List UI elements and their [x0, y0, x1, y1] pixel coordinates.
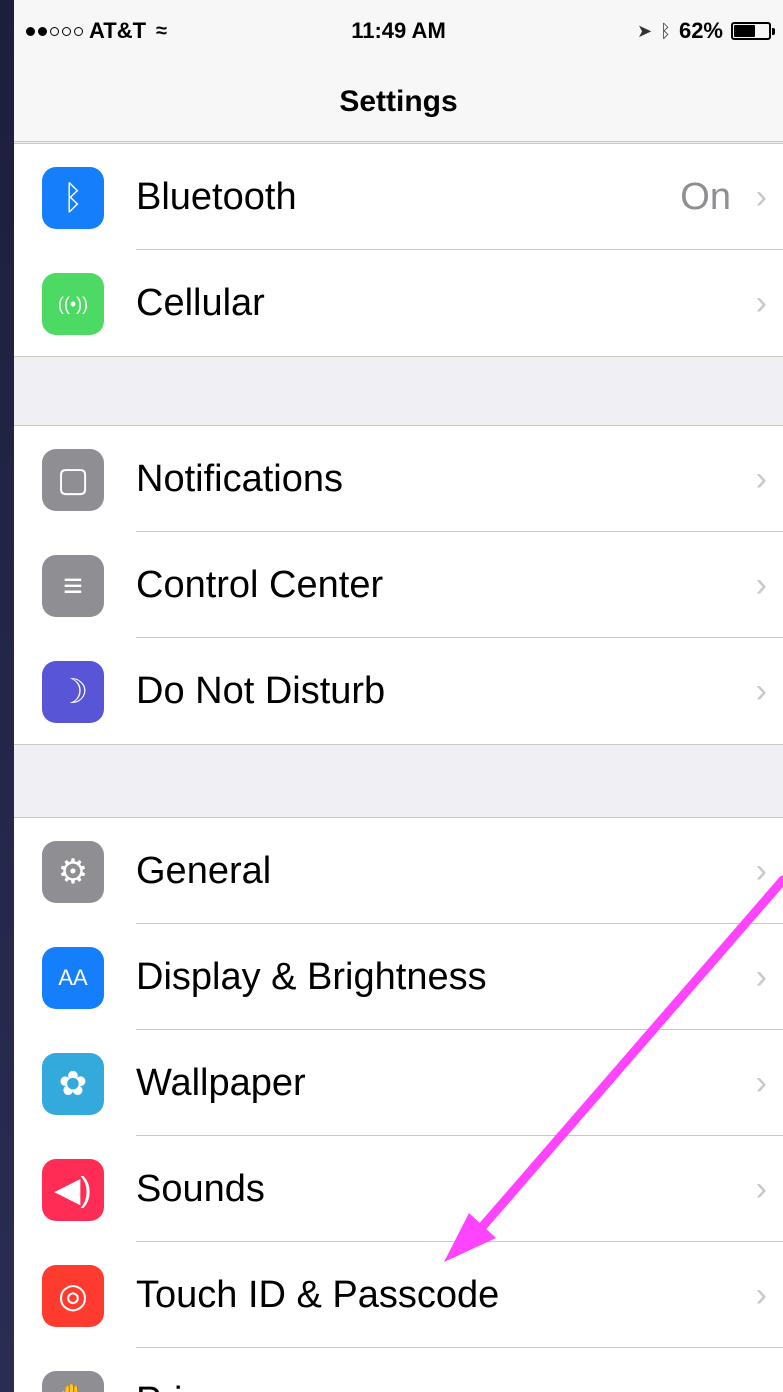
settings-row-notifications[interactable]: ▢ Notifications ›	[14, 426, 783, 532]
display-brightness-icon: AA	[42, 947, 104, 1009]
settings-row-detail: On	[680, 176, 731, 218]
settings-row-label: Notifications	[136, 458, 343, 500]
chevron-right-icon: ›	[755, 460, 767, 498]
settings-row-label: Privacy	[136, 1348, 261, 1392]
chevron-right-icon: ›	[755, 1170, 767, 1208]
settings-row-label: Do Not Disturb	[136, 670, 386, 712]
wallpaper-flower-icon: ✿	[42, 1053, 104, 1115]
settings-row-label: Touch ID & Passcode	[136, 1274, 500, 1316]
settings-group: ▢ Notifications › ≡ Control Center › ☽ Do Not D…	[14, 425, 783, 745]
settings-row-label: Control Center	[136, 564, 384, 606]
status-right: ➤ ᛒ 62%	[637, 18, 775, 44]
settings-row-control-center[interactable]: ≡ Control Center ›	[14, 532, 783, 638]
settings-row-sounds[interactable]: ◀) Sounds ›	[14, 1136, 783, 1242]
battery-fill	[734, 25, 756, 37]
page-title: Settings	[339, 84, 458, 118]
settings-row-label: Wallpaper	[136, 1062, 306, 1104]
settings-screen: AT&T ≈ 11:49 AM ➤ ᛒ 62% Settings ᛒ Blueto…	[14, 0, 783, 1392]
bluetooth-icon: ᛒ	[660, 20, 671, 41]
battery-nub	[772, 28, 775, 35]
navigation-bar: Settings	[14, 62, 783, 142]
chevron-right-icon: ›	[755, 178, 767, 216]
settings-group: ⚙ General › AA Display & Brightness › ✿ Wallpap…	[14, 817, 783, 1392]
chevron-right-icon: ›	[755, 1276, 767, 1314]
chevron-right-icon: ›	[755, 958, 767, 996]
settings-row-general[interactable]: ⚙ General ›	[14, 818, 783, 924]
chevron-right-icon: ›	[755, 566, 767, 604]
speaker-icon: ◀)	[42, 1159, 104, 1221]
settings-row-privacy[interactable]: ✋ Privacy ›	[14, 1348, 783, 1392]
notifications-icon: ▢	[42, 449, 104, 511]
status-bar: AT&T ≈ 11:49 AM ➤ ᛒ 62%	[14, 0, 783, 62]
control-center-icon: ≡	[42, 555, 104, 617]
settings-group: ᛒ Bluetooth On › ((•)) Cellular ›	[14, 143, 783, 357]
chevron-right-icon: ›	[756, 1348, 767, 1392]
settings-row-label: General	[136, 850, 272, 892]
settings-row-label: Cellular	[136, 282, 265, 324]
chevron-right-icon: ›	[755, 1064, 767, 1102]
settings-row-touch-id-passcode[interactable]: ◎ Touch ID & Passcode ›	[14, 1242, 783, 1348]
settings-row-cellular[interactable]: ((•)) Cellular ›	[14, 250, 783, 356]
chevron-right-icon: ›	[755, 284, 767, 322]
privacy-hand-icon: ✋	[42, 1371, 104, 1392]
settings-row-label: Display & Brightness	[136, 956, 487, 998]
location-arrow-icon: ➤	[637, 20, 653, 41]
settings-row-do-not-disturb[interactable]: ☽ Do Not Disturb ›	[14, 638, 783, 744]
chevron-right-icon: ›	[755, 852, 767, 890]
settings-row-display-brightness[interactable]: AA Display & Brightness ›	[14, 924, 783, 1030]
moon-icon: ☽	[42, 661, 104, 723]
bluetooth-icon: ᛒ	[42, 167, 104, 229]
battery-icon	[731, 22, 775, 40]
battery-percent: 62%	[678, 18, 723, 43]
settings-row-wallpaper[interactable]: ✿ Wallpaper ›	[14, 1030, 783, 1136]
fingerprint-icon: ◎	[42, 1265, 104, 1327]
settings-row-bluetooth[interactable]: ᛒ Bluetooth On ›	[14, 144, 783, 250]
gear-icon: ⚙	[42, 841, 104, 903]
cellular-antenna-icon: ((•))	[42, 273, 104, 335]
settings-row-label: Sounds	[136, 1168, 265, 1210]
chevron-right-icon: ›	[755, 672, 767, 710]
settings-row-label: Bluetooth	[136, 176, 297, 218]
